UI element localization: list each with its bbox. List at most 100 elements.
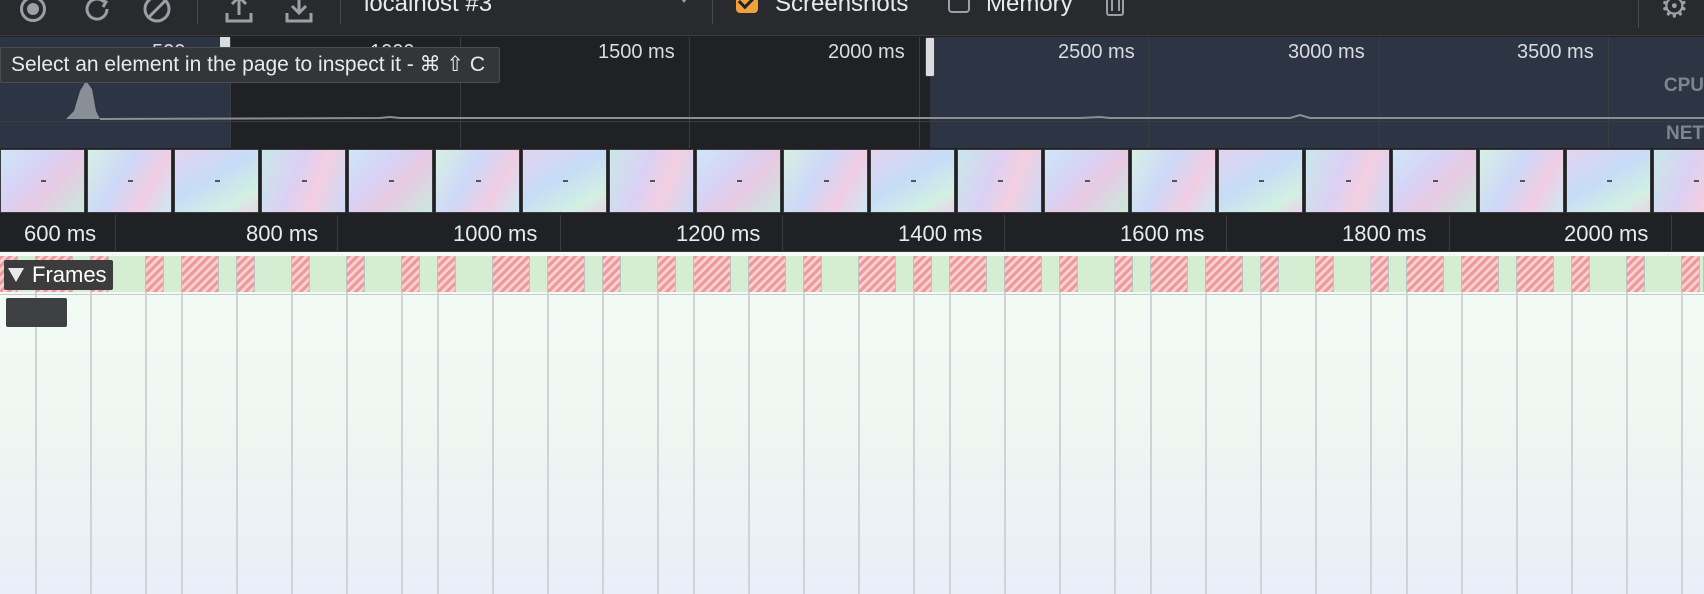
frame-cell[interactable] (1389, 256, 1407, 292)
frame-cell[interactable] (1316, 256, 1334, 292)
screenshot-thumbnail[interactable] (1392, 149, 1477, 213)
frame-cell[interactable] (1060, 256, 1078, 292)
gear-icon[interactable]: ⚙ (1660, 0, 1689, 22)
frame-cell[interactable] (1627, 256, 1645, 292)
frame-cell[interactable] (1590, 256, 1627, 292)
frame-cell[interactable] (1407, 256, 1444, 292)
frame-cell[interactable] (456, 256, 493, 292)
frame-cell[interactable] (420, 256, 438, 292)
frame-cell[interactable] (1499, 256, 1517, 292)
screenshot-thumbnail[interactable] (1044, 149, 1129, 213)
frame-cell[interactable] (493, 256, 530, 292)
frame-cell[interactable] (804, 256, 822, 292)
screenshot-thumbnail[interactable] (435, 149, 520, 213)
target-select[interactable]: localhost #3 (352, 0, 692, 20)
frame-cell[interactable] (932, 256, 950, 292)
frame-cell[interactable] (1005, 256, 1042, 292)
frame-cell[interactable] (1261, 256, 1279, 292)
timeline-overview[interactable]: 500 1000 1500 ms 2000 ms 2500 ms 3000 ms… (0, 37, 1704, 148)
screenshot-thumbnail[interactable] (261, 149, 346, 213)
frame-cell[interactable] (365, 256, 402, 292)
frame-cell[interactable] (1371, 256, 1389, 292)
frame-cell[interactable] (603, 256, 621, 292)
frame-cell[interactable] (731, 256, 749, 292)
frame-cell[interactable] (1151, 256, 1188, 292)
frame-cell[interactable] (347, 256, 365, 292)
screenshot-thumbnail[interactable] (1305, 149, 1390, 213)
screenshot-thumbnail[interactable] (696, 149, 781, 213)
frame-cell[interactable] (786, 256, 804, 292)
frame-cell[interactable] (164, 256, 182, 292)
frame-cell[interactable] (1572, 256, 1590, 292)
screenshot-thumbnail[interactable] (609, 149, 694, 213)
frame-cell[interactable] (219, 256, 237, 292)
frame-cell[interactable] (1078, 256, 1115, 292)
frame-cell[interactable] (1133, 256, 1151, 292)
frame-cell[interactable] (658, 256, 676, 292)
frame-cell[interactable] (585, 256, 603, 292)
frame-cell[interactable] (1279, 256, 1316, 292)
frame-cell[interactable] (1517, 256, 1554, 292)
frame-cell[interactable] (950, 256, 987, 292)
frame-cell[interactable] (109, 256, 146, 292)
screenshot-thumbnail[interactable] (957, 149, 1042, 213)
frame-cell[interactable] (749, 256, 786, 292)
frame-cell[interactable] (859, 256, 896, 292)
frames-track[interactable]: Frames (0, 252, 1704, 594)
frame-cell[interactable] (146, 256, 164, 292)
screenshot-thumbnail[interactable] (1218, 149, 1303, 213)
frame-cell[interactable] (1206, 256, 1243, 292)
screenshot-filmstrip[interactable] (0, 148, 1704, 214)
frame-cell[interactable] (402, 256, 420, 292)
frame-cell[interactable] (1188, 256, 1206, 292)
screenshot-thumbnail[interactable] (348, 149, 433, 213)
frame-cell[interactable] (530, 256, 548, 292)
frame-cell[interactable] (1115, 256, 1133, 292)
save-profile-button[interactable] (282, 0, 316, 26)
frame-cell[interactable] (1334, 256, 1371, 292)
screenshot-thumbnail[interactable] (1653, 149, 1704, 213)
frame-cell[interactable] (1645, 256, 1682, 292)
frame-cell[interactable] (1243, 256, 1261, 292)
frame-cell[interactable] (1462, 256, 1499, 292)
screenshot-thumbnail[interactable] (1479, 149, 1564, 213)
screenshot-thumbnail[interactable] (1131, 149, 1216, 213)
memory-checkbox[interactable] (948, 0, 970, 13)
collect-garbage-button[interactable] (1104, 0, 1126, 18)
frame-cell[interactable] (438, 256, 456, 292)
screenshot-thumbnail[interactable] (0, 149, 85, 213)
frame-cell[interactable] (237, 256, 255, 292)
frame-cell[interactable] (676, 256, 694, 292)
load-profile-button[interactable] (222, 0, 256, 26)
frame-cell[interactable] (1554, 256, 1572, 292)
frame-cell[interactable] (1444, 256, 1462, 292)
frame-cell[interactable] (987, 256, 1005, 292)
screenshot-thumbnail[interactable] (783, 149, 868, 213)
screenshot-thumbnail[interactable] (1566, 149, 1651, 213)
frame-cell[interactable] (310, 256, 347, 292)
screenshots-checkbox[interactable] (736, 0, 758, 13)
screenshot-thumbnail[interactable] (174, 149, 259, 213)
screenshot-thumbnail[interactable] (522, 149, 607, 213)
frame-cell[interactable] (694, 256, 731, 292)
screenshot-thumbnail[interactable] (87, 149, 172, 213)
frame-cell[interactable] (896, 256, 914, 292)
frame-cell[interactable] (548, 256, 585, 292)
frame-cell[interactable] (1682, 256, 1700, 292)
memory-label[interactable]: Memory (986, 0, 1073, 18)
clear-button[interactable] (140, 0, 174, 26)
screenshot-thumbnail[interactable] (870, 149, 955, 213)
frame-cell[interactable] (1700, 256, 1704, 292)
reload-button[interactable] (80, 0, 114, 26)
frame-cell[interactable] (914, 256, 932, 292)
frame-cell[interactable] (822, 256, 859, 292)
frame-cell[interactable] (621, 256, 658, 292)
screenshots-label[interactable]: Screenshots (775, 0, 908, 18)
record-button[interactable] (16, 0, 50, 26)
overview-right-handle[interactable] (925, 37, 935, 77)
frames-section-toggle[interactable]: Frames (4, 260, 113, 290)
frame-cell[interactable] (182, 256, 219, 292)
frame-cell[interactable] (292, 256, 310, 292)
frame-cell[interactable] (255, 256, 292, 292)
frame-cell[interactable] (1042, 256, 1060, 292)
